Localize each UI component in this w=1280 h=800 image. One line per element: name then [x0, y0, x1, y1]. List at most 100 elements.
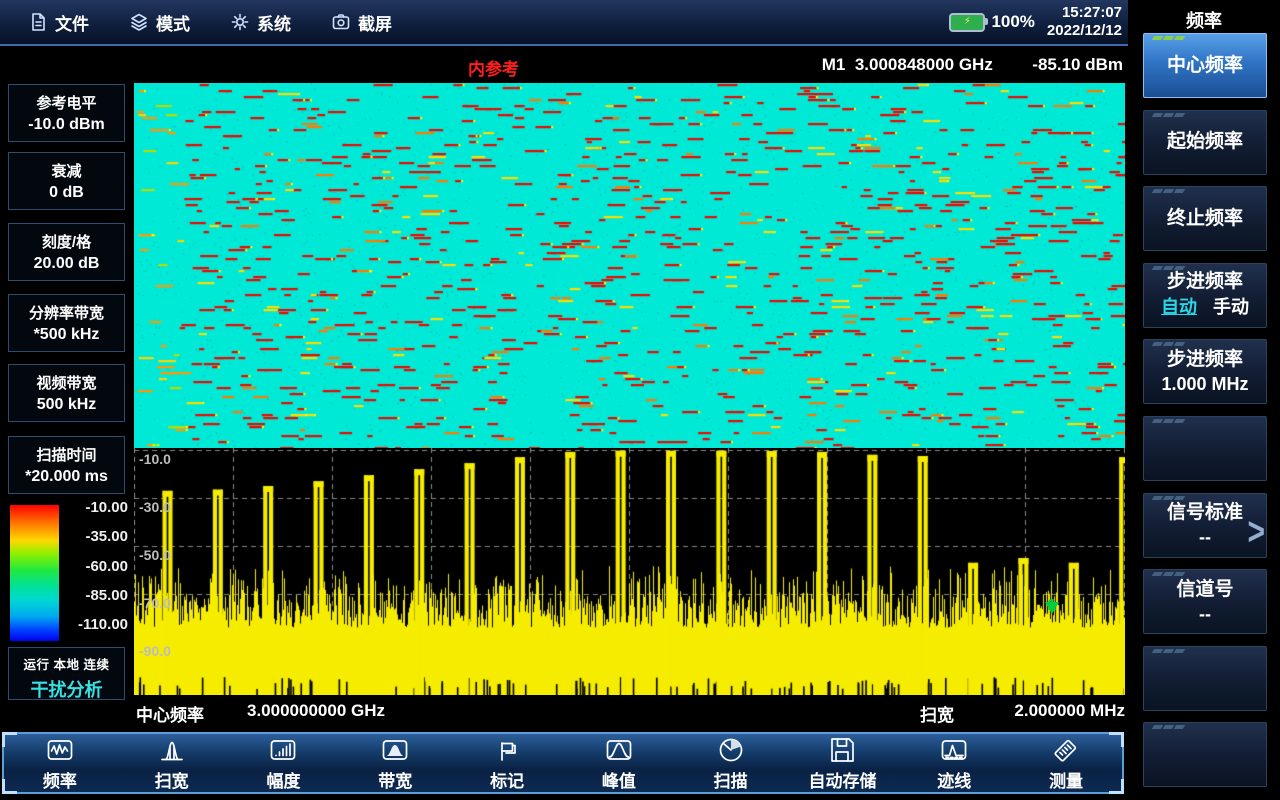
toolbar-measure-label: 测量 [1049, 767, 1083, 792]
toolbar-span-button[interactable]: 扫宽 [116, 734, 228, 792]
toolbar-corner-accent [1109, 779, 1124, 794]
toolbar-marker-button[interactable]: 标记 [451, 734, 563, 792]
softkey-stop-frequency[interactable]: 终止频率 [1143, 186, 1267, 251]
colorbar-tick: -35.00 [85, 528, 128, 545]
softkey-signal-standard-label: 信号标准 [1167, 501, 1243, 525]
y-tick-label: -30.0 [139, 499, 171, 515]
softkey-signal-standard[interactable]: 信号标准--> [1143, 493, 1267, 558]
softkey-blank-1[interactable] [1143, 416, 1267, 481]
softkey-channel-number[interactable]: 信道号-- [1143, 569, 1267, 634]
softkey-center-frequency[interactable]: 中心频率 [1143, 33, 1267, 98]
toolbar-auto-save-label: 自动存储 [808, 767, 876, 792]
marker-readout: M1 3.000848000 GHz -85.10 dBm [822, 55, 1123, 75]
span-value: 2.000000 MHz [1014, 701, 1125, 721]
run-status-text: 运行 本地 连续 [9, 654, 124, 673]
clock: 15:27:07 2022/12/12 [1047, 4, 1122, 40]
menu-screenshot[interactable]: 截屏 [331, 10, 392, 35]
trace-icon [939, 735, 969, 765]
clock-time: 15:27:07 [1047, 4, 1122, 22]
marker-id: M1 [822, 55, 846, 74]
spectrum-trace-display[interactable] [134, 448, 1125, 695]
softkey-corner-decoration [1152, 419, 1163, 423]
menu-title: 频率 [1128, 7, 1280, 33]
toolbar-corner-accent [2, 732, 17, 747]
menu-file[interactable]: 文件 [28, 10, 89, 35]
softkey-corner-decoration [1152, 342, 1163, 346]
soft-key-menu: 频率 中心频率起始频率终止频率步进频率自动手动步进频率1.000 MHz 信号标准… [1128, 0, 1280, 800]
video-bandwidth-readout: 视频带宽 500 kHz [8, 364, 125, 422]
softkey-corner-decoration [1152, 266, 1163, 270]
resolution-bandwidth-label: 分辨率带宽 [9, 302, 124, 323]
battery-percent: 100% [991, 12, 1034, 32]
colorbar-tick: -110.00 [78, 616, 128, 633]
battery-indicator: ⚡ 100% [949, 12, 1034, 32]
softkey-step-frequency-mode[interactable]: 步进频率自动手动 [1143, 263, 1267, 328]
attenuation-label: 衰减 [9, 160, 124, 181]
colorbar-tick: -85.00 [85, 587, 128, 604]
toolbar-bandwidth-button[interactable]: 带宽 [339, 734, 451, 792]
toolbar-peak-label: 峰值 [602, 767, 636, 792]
resolution-bandwidth-value: *500 kHz [9, 326, 124, 344]
toolbar-corner-accent [2, 779, 17, 794]
softkey-blank-3[interactable] [1143, 722, 1267, 787]
toolbar-trace-button[interactable]: 迹线 [898, 734, 1010, 792]
menu-system[interactable]: 系统 [230, 10, 291, 35]
system-icon [230, 12, 250, 32]
colorbar-tick: -10.00 [85, 499, 128, 516]
softkey-channel-number-value: -- [1199, 602, 1211, 626]
toolbar-measure-button[interactable]: 测量 [1010, 734, 1122, 792]
marker-1-triangle-icon [1045, 602, 1059, 631]
softkey-start-frequency-label: 起始频率 [1167, 130, 1243, 154]
toolbar-sweep-button[interactable]: 扫描 [675, 734, 787, 792]
menu-mode[interactable]: 模式 [129, 10, 190, 35]
span-icon [157, 735, 187, 765]
toolbar-sweep-label: 扫描 [714, 767, 748, 792]
save-icon [827, 735, 857, 765]
softkey-start-frequency[interactable]: 起始频率 [1143, 110, 1267, 175]
measurement-display: -10.0-30.0-50.0-70.0-90.0 1 中心频率 3.00000… [134, 83, 1125, 731]
span-label: 扫宽 [920, 701, 954, 726]
toolbar-frequency-button[interactable]: 频率 [4, 734, 116, 792]
marker-flag-icon [492, 735, 522, 765]
status-bar: 内参考 M1 3.000848000 GHz -85.10 dBm [134, 46, 1125, 83]
marker-level: -85.10 dBm [1032, 55, 1123, 74]
softkey-center-frequency-label: 中心频率 [1167, 54, 1243, 78]
top-menu-bar: 文件 模式 系统 截屏 ⚡ 100% 15:27:07 2022/12/12 [0, 0, 1128, 46]
softkey-blank-2[interactable] [1143, 646, 1267, 711]
option-手动[interactable]: 手动 [1213, 294, 1249, 320]
softkey-corner-decoration [1152, 572, 1163, 576]
colorbar-tick-labels: -10.00 -35.00 -60.00 -85.00 -110.00 [62, 499, 128, 633]
menu-screenshot-label: 截屏 [358, 10, 392, 35]
attenuation-value: 0 dB [9, 184, 124, 202]
toolbar-amplitude-label: 幅度 [266, 767, 300, 792]
spectrum-plot[interactable]: -10.0-30.0-50.0-70.0-90.0 1 [134, 448, 1125, 695]
sweep-time-readout: 扫描时间*20.000 ms [8, 436, 125, 494]
menu-system-label: 系统 [257, 10, 291, 35]
video-bandwidth-value: 500 kHz [9, 396, 124, 414]
charging-bolt-icon: ⚡ [964, 17, 971, 27]
spectrogram-display[interactable] [134, 83, 1125, 448]
softkey-step-frequency-value[interactable]: 步进频率1.000 MHz [1143, 339, 1267, 404]
softkey-corner-decoration [1152, 189, 1163, 193]
softkey-signal-standard-value: -- [1199, 525, 1211, 549]
sweep-time-value: *20.000 ms [9, 468, 124, 486]
sweep-icon [716, 735, 746, 765]
scale-per-div-value: 20.00 dB [9, 255, 124, 273]
toolbar-corner-accent [1109, 732, 1124, 747]
center-frequency-value: 3.000000000 GHz [247, 701, 385, 721]
marker-frequency: 3.000848000 GHz [855, 55, 993, 74]
toolbar-bandwidth-label: 带宽 [378, 767, 412, 792]
y-tick-label: -90.0 [139, 643, 171, 659]
colorbar-tick: -60.00 [85, 558, 128, 575]
option-自动[interactable]: 自动 [1161, 294, 1197, 320]
softkey-step-frequency-mode-options: 自动手动 [1161, 294, 1249, 320]
mode-icon [129, 12, 149, 32]
toolbar-frequency-label: 频率 [43, 767, 77, 792]
toolbar-peak-button[interactable]: 峰值 [563, 734, 675, 792]
video-bandwidth-label: 视频带宽 [9, 372, 124, 393]
softkey-corner-decoration [1152, 649, 1163, 653]
toolbar-auto-save-button[interactable]: 自动存储 [787, 734, 899, 792]
toolbar-amplitude-button[interactable]: 幅度 [228, 734, 340, 792]
marker-1[interactable]: 1 [1042, 598, 1062, 632]
frequency-readout-row: 中心频率 3.000000000 GHz 扫宽 2.000000 MHz [134, 695, 1125, 731]
